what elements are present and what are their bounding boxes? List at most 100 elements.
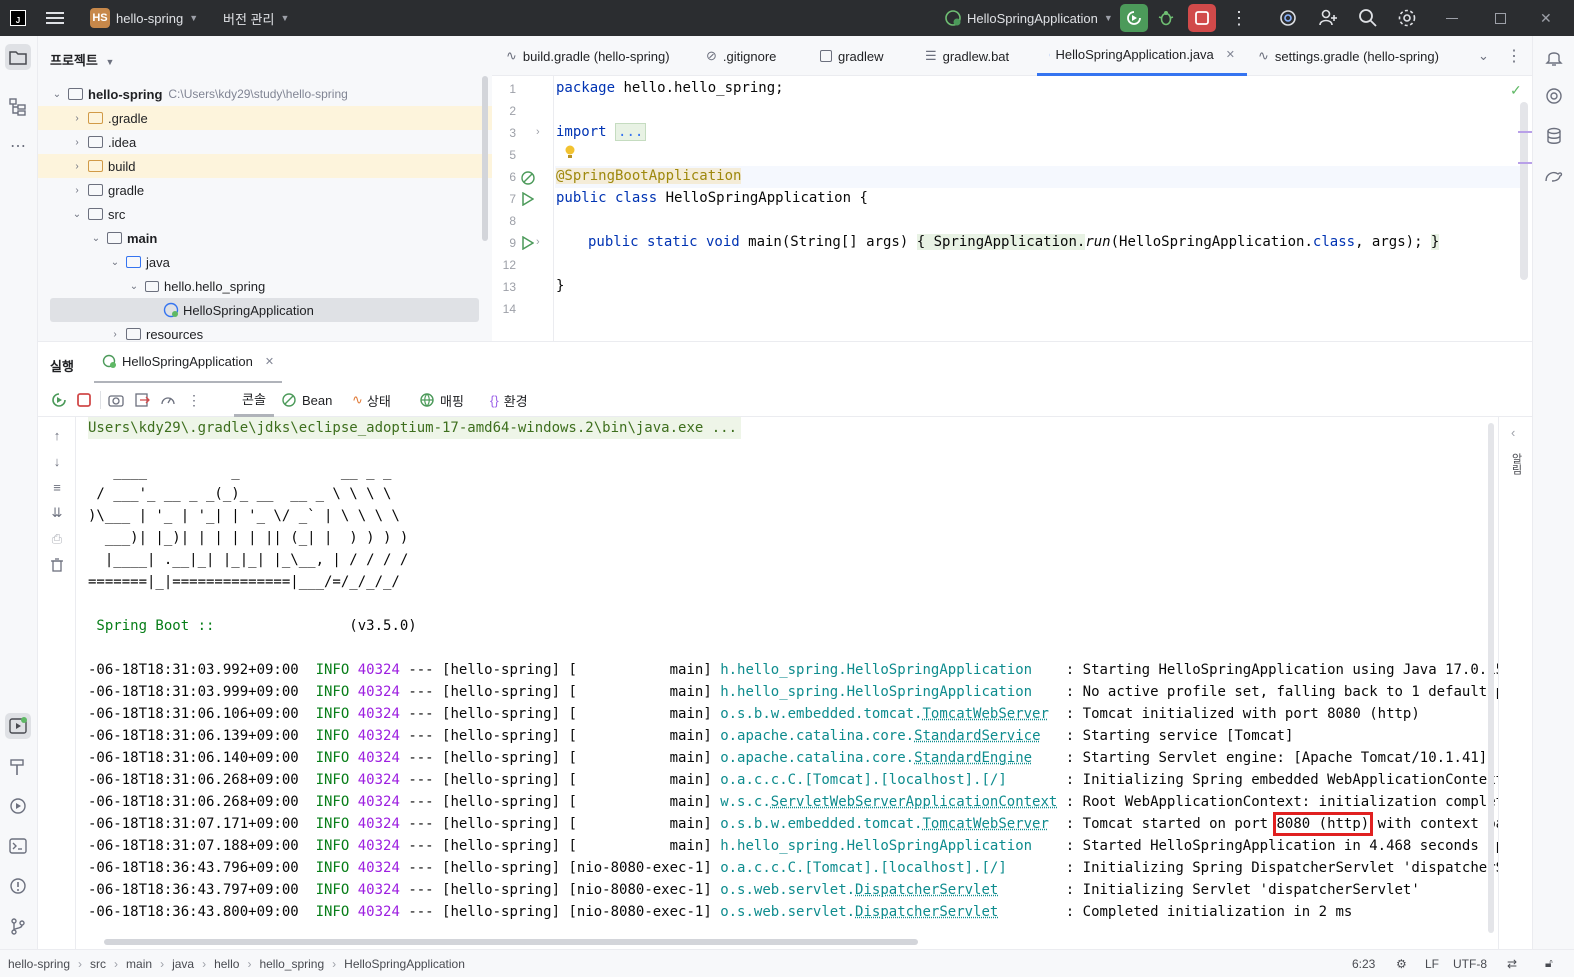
tab-health[interactable]: ∿ 상태 xyxy=(352,383,391,417)
log-logger-link[interactable]: TomcatWebServer xyxy=(922,816,1048,832)
terminal-icon[interactable] xyxy=(5,833,31,859)
chevron-left-icon[interactable]: ‹ xyxy=(1511,425,1515,440)
soft-wrap-icon[interactable]: ≡ xyxy=(49,479,65,495)
clear-trash-icon[interactable] xyxy=(49,557,65,573)
indent-settings-icon[interactable]: ⚙ xyxy=(1396,950,1407,977)
database-icon[interactable] xyxy=(1541,123,1567,149)
tab-gradlew[interactable]: gradlew xyxy=(820,36,884,76)
log-logger[interactable]: o.s.b.w.embedded.tomcat. xyxy=(720,816,922,832)
tab-gradlew-bat[interactable]: ☰ gradlew.bat xyxy=(925,36,1009,76)
tree-item-main[interactable]: ⌄ main xyxy=(38,226,492,250)
log-logger[interactable]: o.apache.catalina.core. xyxy=(720,750,914,766)
breadcrumb-item[interactable]: main xyxy=(126,957,152,971)
project-panel-header[interactable]: 프로젝트 ▼ xyxy=(50,50,114,69)
structure-tool-icon[interactable] xyxy=(5,94,31,120)
search-icon[interactable] xyxy=(1358,0,1378,36)
breadcrumb-item[interactable]: java xyxy=(172,957,194,971)
log-logger-link[interactable]: DispatcherServlet xyxy=(855,904,998,920)
rerun-button[interactable] xyxy=(1120,0,1148,36)
breadcrumb-item[interactable]: hello_spring xyxy=(259,957,324,971)
project-tool-icon[interactable] xyxy=(5,44,31,70)
log-logger[interactable]: o.s.web.servlet. xyxy=(720,882,855,898)
log-logger[interactable]: o.a.c.c.C.[Tomcat].[localhost].[/] xyxy=(720,860,1007,876)
breadcrumb-item[interactable]: hello-spring xyxy=(8,957,70,971)
stop-button[interactable] xyxy=(1188,0,1216,36)
tab-build-gradle[interactable]: ∿ build.gradle (hello-spring) xyxy=(506,36,670,76)
run-tool-icon[interactable] xyxy=(5,713,31,739)
lock-icon[interactable]: 🔓︎ xyxy=(1545,950,1553,977)
more-actions-icon[interactable]: ⋮ xyxy=(1230,0,1248,36)
more-options-icon[interactable]: ⋮ xyxy=(186,392,202,408)
log-logger[interactable]: h.hello_spring.HelloSpringApplication xyxy=(720,662,1032,678)
tab-mappings[interactable]: 매핑 xyxy=(420,383,464,417)
file-encoding[interactable]: UTF-8 xyxy=(1453,950,1487,977)
breadcrumb-item[interactable]: HelloSpringApplication xyxy=(344,957,465,971)
scroll-up-arrow-icon[interactable]: ↑ xyxy=(49,427,65,443)
tab-list-dropdown-icon[interactable]: ⌄ xyxy=(1478,36,1489,76)
services-icon[interactable] xyxy=(5,793,31,819)
folded-imports[interactable]: ... xyxy=(615,123,647,141)
run-config-selector[interactable]: HelloSpringApplication ▼ xyxy=(944,0,1113,36)
readonly-toggle-icon[interactable]: ⇄ xyxy=(1507,950,1517,977)
tab-environment[interactable]: {} 환경 xyxy=(490,383,528,417)
log-logger-link[interactable]: StandardEngine xyxy=(914,750,1032,766)
project-selector[interactable]: HS hello-spring ▼ xyxy=(90,0,198,36)
line-separator[interactable]: LF xyxy=(1425,950,1439,977)
console-command-line[interactable]: Users\kdy29\.gradle\jdks\eclipse_adoptiu… xyxy=(88,417,742,439)
log-logger[interactable]: o.a.c.c.C.[Tomcat].[localhost].[/] xyxy=(720,772,1007,788)
code-editor[interactable]: 1 2 3 5 6 7 8 9 12 13 14 › › package hel… xyxy=(492,76,1532,341)
scroll-down-arrow-icon[interactable]: ↓ xyxy=(49,453,65,469)
notifications-bell-icon[interactable] xyxy=(1541,44,1567,70)
log-logger-link[interactable]: TomcatWebServer xyxy=(922,706,1048,722)
ai-chat-icon[interactable] xyxy=(1541,83,1567,109)
tab-gitignore[interactable]: ⊘ .gitignore xyxy=(706,36,776,76)
log-logger-link[interactable]: DispatcherServlet xyxy=(855,882,998,898)
tree-item-package[interactable]: ⌄ hello.hello_spring xyxy=(38,274,492,298)
notifications-side-label[interactable]: 알림 xyxy=(1508,453,1524,475)
console-vertical-scrollbar[interactable] xyxy=(1488,423,1494,933)
editor-scrollbar[interactable] xyxy=(1520,102,1528,280)
close-tab-icon[interactable]: ✕ xyxy=(265,355,274,368)
log-logger[interactable]: h.hello_spring.HelloSpringApplication xyxy=(720,684,1032,700)
tree-item-build[interactable]: › build xyxy=(38,154,492,178)
minimize-button[interactable] xyxy=(1446,0,1458,36)
tree-item-main-class[interactable]: HelloSpringApplication xyxy=(50,298,479,322)
export-icon[interactable] xyxy=(134,392,150,408)
problems-icon[interactable] xyxy=(5,873,31,899)
more-tools-icon[interactable]: ⋯ xyxy=(5,133,31,159)
tree-item-gradle-cache[interactable]: › .gradle xyxy=(38,106,492,130)
breadcrumb-item[interactable]: hello xyxy=(214,957,239,971)
log-logger[interactable]: o.apache.catalina.core. xyxy=(720,728,914,744)
console-horizontal-scrollbar[interactable] xyxy=(104,939,918,945)
log-logger[interactable]: w.s.c. xyxy=(720,794,771,810)
camera-icon[interactable] xyxy=(108,392,124,408)
tab-settings-gradle[interactable]: ∿ settings.gradle (hello-spring) xyxy=(1258,36,1439,76)
scroll-to-end-icon[interactable]: ⇊ xyxy=(49,505,65,521)
tree-item-resources[interactable]: › resources xyxy=(38,322,492,342)
main-menu-icon[interactable] xyxy=(46,0,64,36)
caret-position[interactable]: 6:23 xyxy=(1352,950,1375,977)
profiler-gauge-icon[interactable] xyxy=(160,392,176,408)
fold-chevron-icon[interactable]: › xyxy=(536,126,540,138)
debug-button[interactable] xyxy=(1157,0,1175,36)
tree-item-idea[interactable]: › .idea xyxy=(38,130,492,154)
gradle-icon[interactable] xyxy=(1541,163,1567,189)
tree-item-java[interactable]: ⌄ java xyxy=(38,250,492,274)
log-logger-link[interactable]: ServletWebServerApplicationContext xyxy=(771,794,1058,810)
build-hammer-icon[interactable] xyxy=(5,754,31,780)
settings-gear-icon[interactable] xyxy=(1397,0,1417,36)
tree-item-hello-spring[interactable]: ⌄ hello-spring C:\Users\kdy29\study\hell… xyxy=(38,82,492,106)
tree-item-src[interactable]: ⌄ src xyxy=(38,202,492,226)
breadcrumb-item[interactable]: src xyxy=(90,957,106,971)
run-gutter-icon[interactable] xyxy=(522,192,534,206)
spring-bean-gutter-icon[interactable] xyxy=(520,170,536,186)
log-logger[interactable]: h.hello_spring.HelloSpringApplication xyxy=(720,838,1032,854)
close-tab-icon[interactable]: ✕ xyxy=(1226,48,1235,61)
lightbulb-icon[interactable] xyxy=(564,144,576,160)
tab-hello-spring-application[interactable]: HelloSpringApplication.java ✕ xyxy=(1037,36,1247,76)
editor-more-icon[interactable]: ⋮ xyxy=(1506,36,1522,76)
run-tab-hello-spring-application[interactable]: HelloSpringApplication ✕ xyxy=(94,342,283,384)
add-user-icon[interactable] xyxy=(1318,0,1338,36)
run-gutter-icon[interactable] xyxy=(522,236,534,250)
ai-assistant-icon[interactable] xyxy=(1278,0,1298,36)
